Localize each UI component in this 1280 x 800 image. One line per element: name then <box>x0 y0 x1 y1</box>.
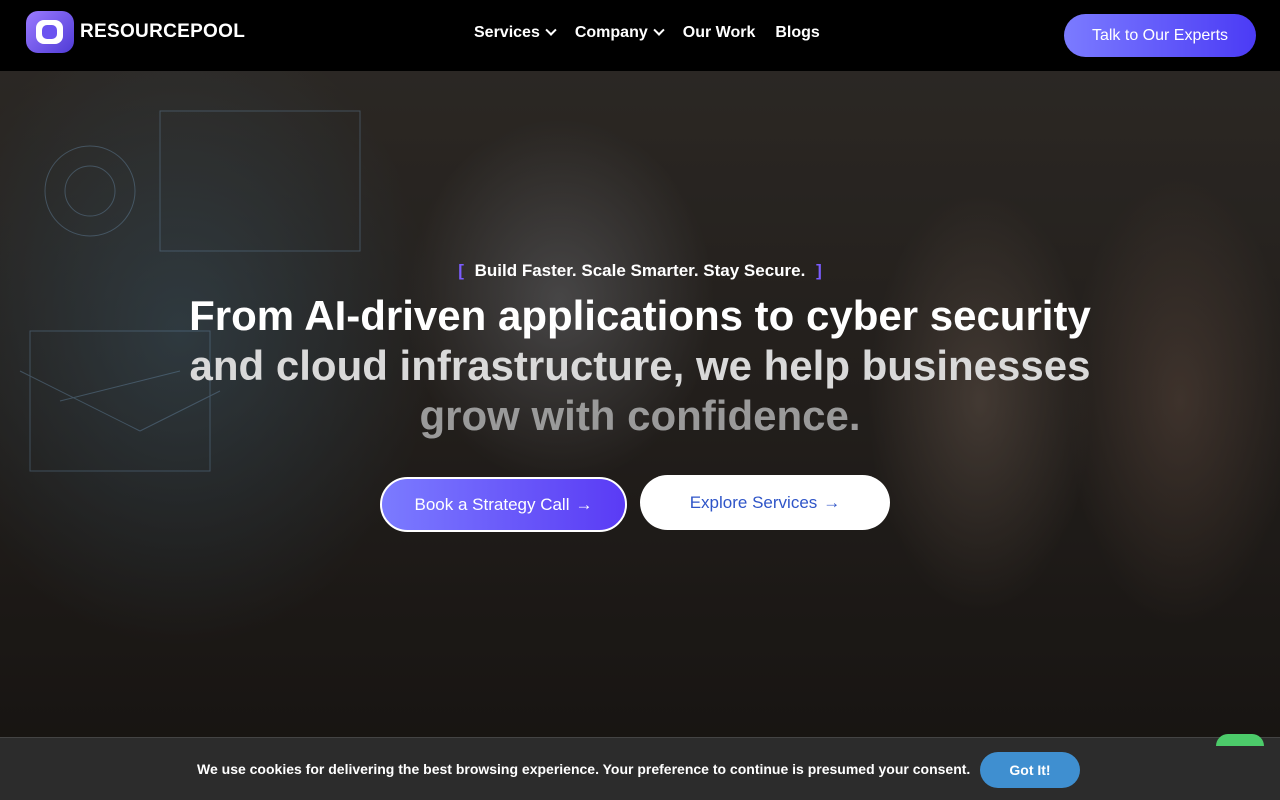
bracket-open: [ <box>458 261 464 280</box>
arrow-right-icon: → <box>575 494 593 514</box>
nav-our-work-label: Our Work <box>682 24 756 41</box>
arrow-right-icon: → <box>823 492 841 512</box>
main-nav: Services Company Our Work Blogs <box>474 24 820 42</box>
hero-headline: From AI-driven applications to cyber sec… <box>140 291 1140 441</box>
nav-company[interactable]: Company <box>574 24 665 42</box>
logo-text: RESOURCEPOOL <box>80 21 246 42</box>
hero-tagline: [ Build Faster. Scale Smarter. Stay Secu… <box>0 261 1280 281</box>
nav-blogs[interactable]: Blogs <box>775 24 819 42</box>
nav-company-label: Company <box>574 24 648 41</box>
cookie-message: We use cookies for delivering the best b… <box>197 761 971 777</box>
explore-services-label: Explore Services <box>689 492 818 512</box>
talk-to-experts-button[interactable]: Talk to Our Experts <box>1064 14 1256 57</box>
site-header: RESOURCEPOOL Services Company Our Work B… <box>0 0 1280 71</box>
headline-line-2: and cloud infrastructure, we help busine… <box>189 342 1091 389</box>
chevron-down-icon <box>653 24 665 36</box>
book-strategy-call-button[interactable]: Book a Strategy Call → <box>380 477 627 532</box>
logo[interactable]: RESOURCEPOOL <box>26 11 245 53</box>
cookie-accept-button[interactable]: Got It! <box>980 752 1080 788</box>
hero-section: [ Build Faster. Scale Smarter. Stay Secu… <box>0 71 1280 800</box>
headline-line-3: grow with confidence. <box>419 392 861 439</box>
cookie-bar: We use cookies for delivering the best b… <box>0 737 1280 800</box>
nav-blogs-label: Blogs <box>775 24 820 41</box>
nav-our-work[interactable]: Our Work <box>683 24 756 42</box>
chevron-down-icon <box>545 24 557 36</box>
nav-services-label: Services <box>474 24 540 41</box>
nav-services[interactable]: Services <box>474 24 557 42</box>
bracket-close: ] <box>816 261 822 280</box>
logo-icon <box>26 11 74 53</box>
explore-services-button[interactable]: Explore Services → <box>640 475 890 530</box>
headline-line-1: From AI-driven applications to cyber sec… <box>189 292 1091 339</box>
chat-widget-button[interactable] <box>1216 734 1264 746</box>
book-strategy-call-label: Book a Strategy Call <box>414 494 570 514</box>
hero-tagline-text: Build Faster. Scale Smarter. Stay Secure… <box>474 261 806 280</box>
